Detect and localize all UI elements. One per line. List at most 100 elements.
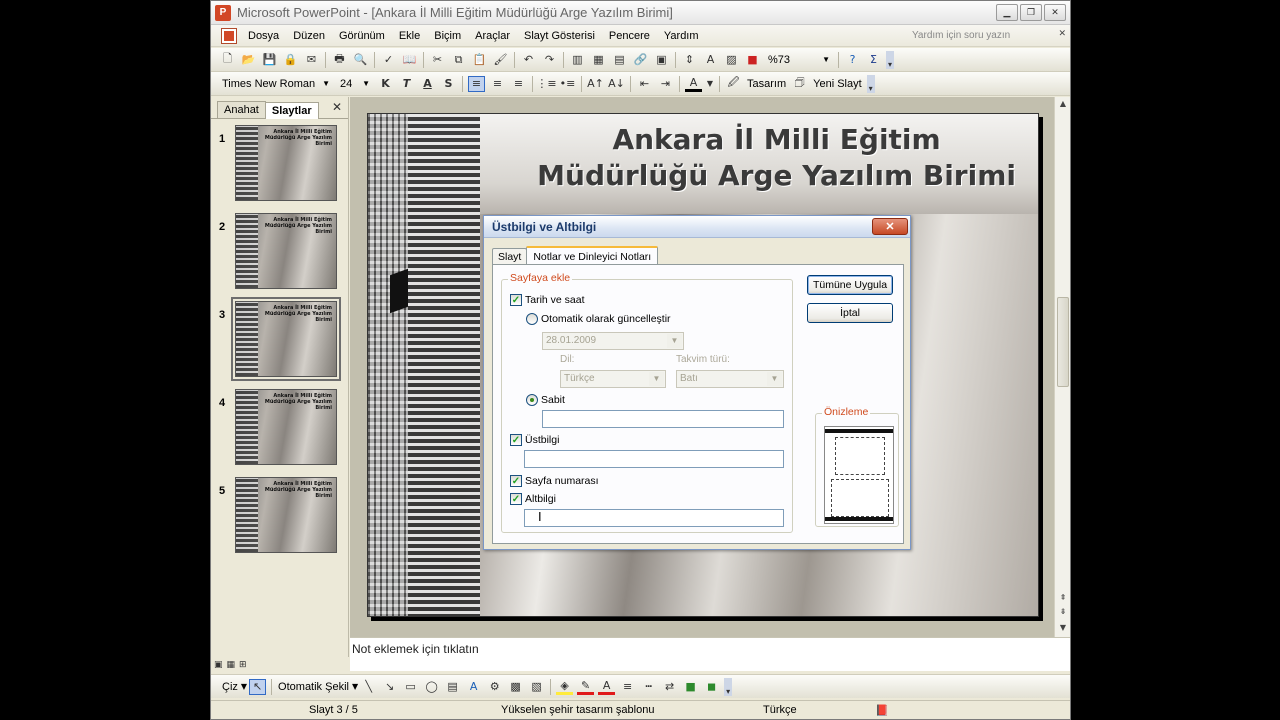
spelling-icon[interactable]: ✓ bbox=[380, 52, 397, 68]
autoshapes-button[interactable]: Otomatik Şekil bbox=[275, 681, 352, 693]
toolbar-options-icon[interactable]: ▾ bbox=[886, 50, 894, 69]
zoom-select[interactable]: %73 ▼ bbox=[763, 51, 835, 69]
minimize-button[interactable]: ▁ bbox=[996, 4, 1018, 21]
spelling-status-icon[interactable]: 📕 bbox=[875, 704, 889, 717]
apply-to-all-button[interactable]: Tümüne Uygula bbox=[807, 275, 893, 295]
print-icon[interactable]: 🖶 bbox=[331, 52, 348, 68]
increase-font-icon[interactable]: A↑ bbox=[587, 76, 604, 92]
menu-window[interactable]: Pencere bbox=[602, 30, 657, 42]
header-input[interactable] bbox=[524, 450, 784, 468]
close-pane-icon[interactable]: ✕ bbox=[332, 100, 342, 114]
tab-notes-handouts[interactable]: Notlar ve Dinleyici Notları bbox=[526, 246, 659, 266]
bold-button[interactable]: K bbox=[377, 76, 394, 92]
next-slide-icon[interactable]: ⇟ bbox=[1056, 605, 1070, 619]
clipart-icon[interactable]: ▩ bbox=[507, 679, 524, 695]
insert-table-icon[interactable]: ▦ bbox=[590, 52, 607, 68]
new-icon[interactable]: 🗋 bbox=[219, 52, 236, 68]
toolbar-options-icon[interactable]: ▾ bbox=[724, 677, 733, 696]
design-icon[interactable]: 🖉 bbox=[725, 76, 742, 92]
shadow-style-icon[interactable]: ■ bbox=[682, 679, 699, 695]
align-center-icon[interactable]: ≡ bbox=[489, 76, 506, 92]
fixed-date-input[interactable] bbox=[542, 410, 784, 428]
font-name-select[interactable]: Times New Roman ▼ bbox=[217, 75, 335, 93]
close-document-icon[interactable]: ✕ bbox=[1058, 29, 1066, 39]
close-button[interactable]: ✕ bbox=[1044, 4, 1066, 21]
cancel-button[interactable]: İptal bbox=[807, 303, 893, 323]
redo-icon[interactable]: ↷ bbox=[541, 52, 558, 68]
slide-thumbnail[interactable]: 4 Ankara İl Milli Eğitim Müdürlüğü Arge … bbox=[211, 389, 349, 469]
italic-button[interactable]: T bbox=[398, 76, 415, 92]
grayscale-icon[interactable]: ▨ bbox=[723, 52, 740, 68]
underline-button[interactable]: A bbox=[419, 76, 436, 92]
sum-icon[interactable]: Σ bbox=[865, 52, 882, 68]
dialog-close-button[interactable]: ✕ bbox=[872, 218, 908, 235]
help-search-input[interactable]: Yardım için soru yazın bbox=[908, 28, 1048, 44]
document-icon[interactable] bbox=[221, 27, 237, 44]
tab-outline[interactable]: Anahat bbox=[217, 101, 266, 118]
align-left-icon[interactable]: ≡ bbox=[468, 75, 485, 92]
menu-help[interactable]: Yardım bbox=[657, 30, 706, 42]
arrow-style-icon[interactable]: ⇄ bbox=[661, 679, 678, 695]
restore-button[interactable]: ❐ bbox=[1020, 4, 1042, 21]
scroll-up-icon[interactable]: ▲ bbox=[1056, 97, 1070, 111]
slide-thumbnail[interactable]: 5 Ankara İl Milli Eğitim Müdürlüğü Arge … bbox=[211, 477, 349, 557]
chevron-down-icon[interactable]: ▼ bbox=[706, 76, 714, 92]
auto-update-radio[interactable]: Otomatik olarak güncelleştir bbox=[526, 313, 671, 325]
line-color-icon[interactable]: ✎ bbox=[577, 679, 595, 695]
new-slide-icon[interactable]: 🗇 bbox=[791, 76, 808, 92]
draw-menu-button[interactable]: Çiz bbox=[219, 681, 241, 693]
font-color-icon[interactable]: A bbox=[685, 76, 702, 92]
menu-edit[interactable]: Düzen bbox=[286, 30, 332, 42]
3d-style-icon[interactable]: ◼ bbox=[703, 679, 720, 695]
permission-icon[interactable]: 🔒 bbox=[282, 52, 299, 68]
arrow-icon[interactable]: ↘ bbox=[381, 679, 398, 695]
font-size-select[interactable]: 24 ▼ bbox=[335, 75, 375, 93]
email-icon[interactable]: ✉ bbox=[303, 52, 320, 68]
previous-slide-icon[interactable]: ⇞ bbox=[1056, 591, 1070, 605]
diagram-icon[interactable]: ⚙ bbox=[486, 679, 503, 695]
new-slide-button[interactable]: Yeni Slayt bbox=[810, 78, 865, 90]
tab-slides[interactable]: Slaytlar bbox=[264, 102, 319, 119]
help-icon[interactable]: ? bbox=[844, 52, 861, 68]
research-icon[interactable]: 📖 bbox=[401, 52, 418, 68]
slide-thumbnail[interactable]: 2 Ankara İl Milli Eğitim Müdürlüğü Arge … bbox=[211, 213, 349, 293]
expand-all-icon[interactable]: ⇕ bbox=[681, 52, 698, 68]
open-icon[interactable]: 📂 bbox=[240, 52, 257, 68]
tab-slide[interactable]: Slayt bbox=[492, 248, 528, 265]
toolbar-options-icon[interactable]: ▾ bbox=[866, 74, 875, 93]
vertical-scrollbar[interactable]: ▲ ⇞ ⇟ ▼ bbox=[1054, 97, 1070, 637]
page-number-checkbox[interactable]: ✓ Sayfa numarası bbox=[510, 475, 599, 487]
textbox-icon[interactable]: ▤ bbox=[444, 679, 461, 695]
design-button[interactable]: Tasarım bbox=[744, 78, 789, 90]
paste-icon[interactable]: 📋 bbox=[471, 52, 488, 68]
print-preview-icon[interactable]: 🔍 bbox=[352, 52, 369, 68]
insert-image-icon[interactable]: ▣ bbox=[653, 52, 670, 68]
notes-pane[interactable]: Not eklemek için tıklatın bbox=[350, 637, 1070, 671]
dash-style-icon[interactable]: ┅ bbox=[640, 679, 657, 695]
menu-insert[interactable]: Ekle bbox=[392, 30, 427, 42]
oval-icon[interactable]: ◯ bbox=[423, 679, 440, 695]
slide-sorter-icon[interactable]: ▦ bbox=[227, 660, 236, 670]
header-checkbox[interactable]: ✓ Üstbilgi bbox=[510, 434, 559, 446]
scroll-thumb[interactable] bbox=[1057, 297, 1069, 387]
select-pointer-icon[interactable]: ↖ bbox=[249, 678, 267, 695]
footer-checkbox[interactable]: ✓ Altbilgi bbox=[510, 493, 556, 505]
slide-thumbnail[interactable]: 1 Ankara İl Milli Eğitim Müdürlüğü Arge … bbox=[211, 125, 349, 205]
decrease-indent-icon[interactable]: ⇤ bbox=[636, 76, 653, 92]
color-icon[interactable]: ■ bbox=[744, 52, 761, 68]
wordart-icon[interactable]: A bbox=[465, 679, 482, 695]
scroll-down-icon[interactable]: ▼ bbox=[1056, 621, 1070, 635]
fixed-radio[interactable]: Sabit bbox=[526, 394, 565, 406]
cut-icon[interactable]: ✂ bbox=[429, 52, 446, 68]
numbering-icon[interactable]: ⋮≡ bbox=[536, 76, 556, 92]
slideshow-view-icon[interactable]: ⊞ bbox=[239, 660, 247, 670]
menu-file[interactable]: Dosya bbox=[241, 30, 286, 42]
slide-thumbnail-selected[interactable]: 3 Ankara İl Milli Eğitim Müdürlüğü Arge … bbox=[211, 297, 349, 381]
line-icon[interactable]: ╲ bbox=[360, 679, 377, 695]
align-right-icon[interactable]: ≡ bbox=[510, 76, 527, 92]
menu-format[interactable]: Biçim bbox=[427, 30, 468, 42]
menu-view[interactable]: Görünüm bbox=[332, 30, 392, 42]
slide-title[interactable]: Ankara İl Milli Eğitim Müdürlüğü Arge Ya… bbox=[537, 122, 1016, 194]
picture-icon[interactable]: ▧ bbox=[528, 679, 545, 695]
normal-view-icon[interactable]: ▣ bbox=[214, 660, 223, 670]
